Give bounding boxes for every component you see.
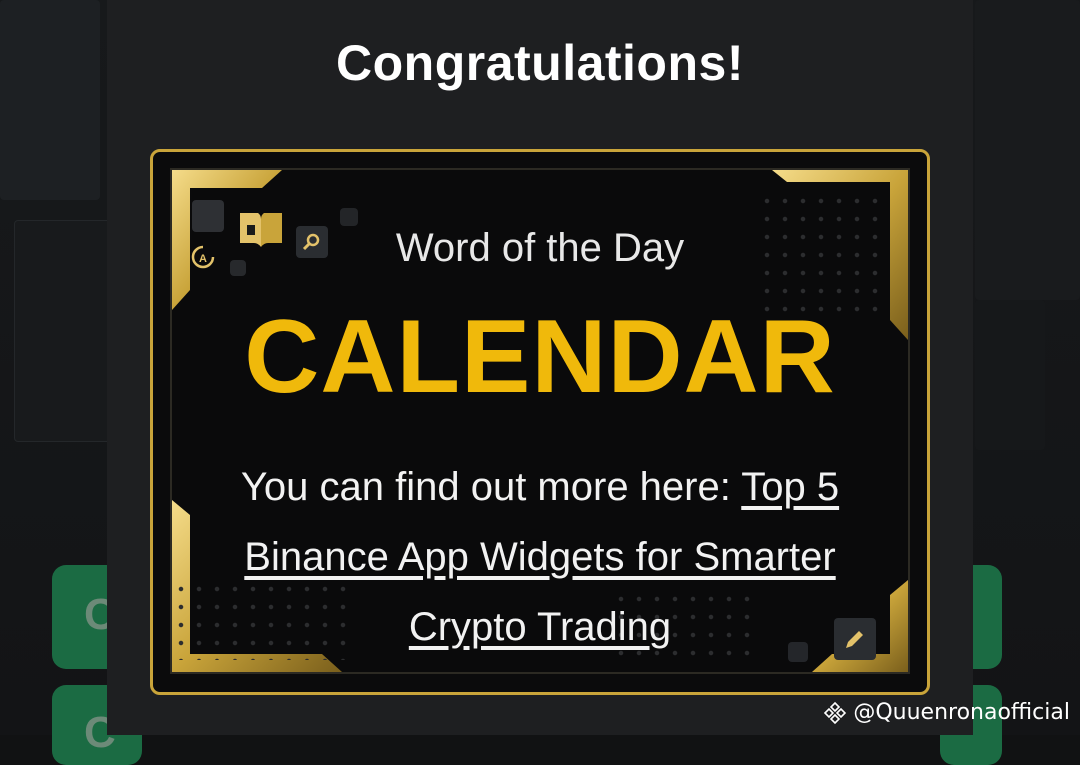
binance-logo-icon [824,701,847,724]
watermark-handle: @Quuenronaofficial [853,700,1070,725]
watermark: @Quuenronaofficial [823,700,1070,725]
decor-square [340,208,358,226]
background-tile [975,0,1080,300]
learn-more-text: You can find out more here: Top 5 Binanc… [202,452,878,662]
background-tile [0,0,100,200]
word-of-the-day: CALENDAR [244,299,836,415]
learn-more-prefix: You can find out more here: [240,465,742,509]
background-tile [975,300,1045,450]
background-tile [14,220,111,442]
dialog-title: Congratulations! [336,35,744,91]
word-of-the-day-card: A Word of the Day CALENDAR You can find … [170,168,910,674]
word-of-the-day-label: Word of the Day [395,226,685,270]
